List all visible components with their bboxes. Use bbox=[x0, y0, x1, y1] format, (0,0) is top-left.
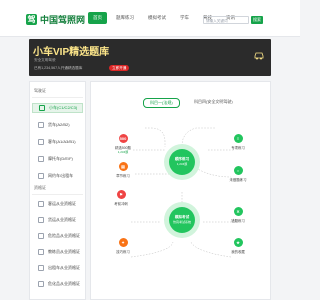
node-favorites[interactable]: ★ 我的收藏 bbox=[216, 238, 260, 254]
search-button[interactable]: 搜索 bbox=[251, 16, 263, 24]
sidebar-item-label: 危险品从业资格证 bbox=[48, 233, 80, 238]
node-selected-500[interactable]: 500 精选500题 1,234题 bbox=[101, 134, 145, 154]
document-icon bbox=[38, 281, 44, 287]
bulb-icon: ✦ bbox=[118, 238, 128, 247]
logo-icon: 驾 bbox=[26, 14, 37, 25]
sidebar-item-car[interactable]: 小车(C1/C2/C3) bbox=[32, 103, 83, 113]
sidebar-item-label: 客运从业资格证 bbox=[48, 201, 76, 206]
node-sprint[interactable]: ⚑ 考前冲刺 bbox=[99, 190, 143, 206]
document-icon bbox=[38, 233, 44, 239]
node-label: 我的收藏 bbox=[231, 250, 245, 254]
divider bbox=[32, 97, 83, 98]
node-wrong-practice[interactable]: ✕ 错题练习 bbox=[216, 207, 260, 223]
sidebar-item-motorcycle[interactable]: 摩托车(D/E/F) bbox=[32, 154, 83, 164]
sidebar-item-freight[interactable]: 货运从业资格证 bbox=[32, 215, 83, 225]
sidebar-item-label: 小车(C1/C2/C3) bbox=[49, 105, 78, 110]
sidebar-item-taxi-cert[interactable]: 出租车从业资格证 bbox=[32, 263, 83, 273]
hub-subtitle: 仿真考试系统 bbox=[172, 220, 191, 224]
node-label: 错题练习 bbox=[231, 219, 245, 223]
node-label: 技巧练习 bbox=[116, 250, 130, 254]
node-sub: 1,234题 bbox=[117, 150, 129, 154]
nav-item-practice[interactable]: 题库练习 bbox=[111, 12, 139, 24]
banner-info: 已有1,234,567人开通精选题库 bbox=[34, 66, 83, 70]
node-label: 专项练习 bbox=[231, 146, 245, 150]
sidebar-item-truck[interactable]: 货车(A2/B2) bbox=[32, 120, 83, 130]
cross-icon: ✕ bbox=[233, 207, 243, 216]
document-icon bbox=[38, 265, 44, 271]
sidebar-item-chemical[interactable]: 危化品从业资格证 bbox=[32, 279, 83, 289]
truck-icon bbox=[38, 122, 44, 128]
search-input[interactable]: 请输入关键词 bbox=[203, 16, 249, 24]
book-icon: ▤ bbox=[118, 162, 128, 171]
nav-item-learn[interactable]: 学车 bbox=[175, 12, 194, 24]
nav-item-home[interactable]: 首页 bbox=[88, 12, 107, 24]
hub-mock-exam[interactable]: 模拟考试 仿真考试系统 bbox=[169, 207, 195, 233]
sidebar-item-instructor[interactable]: 教练员从业资格证 bbox=[32, 247, 83, 257]
car-icon bbox=[254, 52, 264, 60]
sidebar-item-label: 网约车/出租车 bbox=[48, 173, 74, 178]
top-navbar: 驾 中国驾照网 首页 题库练习 模拟考试 学车 驾校 资讯 请输入关键词 搜索 bbox=[0, 0, 300, 37]
node-label: 考前冲刺 bbox=[114, 202, 128, 206]
sidebar-item-bus[interactable]: 客车(A1/A3/B1) bbox=[32, 137, 83, 147]
banner-title: 小车VIP精选题库 bbox=[33, 47, 110, 58]
document-icon bbox=[38, 217, 44, 223]
node-undone-practice[interactable]: ○ 未做题练习 bbox=[216, 166, 260, 182]
sidebar-item-hazmat[interactable]: 危险品从业资格证 bbox=[32, 231, 83, 241]
motorcycle-icon bbox=[38, 156, 44, 162]
node-special-practice[interactable]: ≡ 专项练习 bbox=[216, 134, 260, 150]
list-icon: ≡ bbox=[233, 134, 243, 143]
sidebar-item-label: 货车(A2/B2) bbox=[48, 122, 70, 127]
divider bbox=[32, 194, 83, 195]
sidebar: 驾驶证 小车(C1/C2/C3) 货车(A2/B2) 客车(A1/A3/B1) … bbox=[29, 81, 86, 300]
sidebar-item-label: 教练员从业资格证 bbox=[48, 249, 80, 254]
star-icon: ★ bbox=[233, 238, 243, 247]
sidebar-item-label: 危化品从业资格证 bbox=[48, 281, 80, 286]
nav-item-mock-exam[interactable]: 模拟考试 bbox=[143, 12, 171, 24]
car-icon bbox=[39, 105, 45, 111]
sidebar-section-qualification: 资格证 bbox=[34, 185, 46, 190]
sidebar-item-label: 出租车从业资格证 bbox=[48, 265, 80, 270]
badge-icon: 500 bbox=[118, 134, 128, 143]
hub-sequence-practice[interactable]: 顺序练习 1,234题 bbox=[169, 149, 195, 175]
logo-text: 中国驾照网 bbox=[40, 15, 86, 25]
document-icon bbox=[38, 249, 44, 255]
banner-cta-button[interactable]: 立即开通 bbox=[109, 65, 130, 71]
document-icon bbox=[38, 201, 44, 207]
taxi-icon bbox=[38, 173, 44, 179]
tab-subject-one[interactable]: 科目一(法规) bbox=[143, 98, 180, 108]
banner-subtitle: 安全文明驾驶 bbox=[34, 58, 56, 62]
sidebar-section-license: 驾驶证 bbox=[34, 88, 46, 93]
site-logo[interactable]: 驾 中国驾照网 bbox=[26, 13, 85, 26]
sidebar-item-passenger[interactable]: 客运从业资格证 bbox=[32, 199, 83, 209]
sidebar-item-label: 摩托车(D/E/F) bbox=[48, 156, 73, 161]
node-chapter-practice[interactable]: ▤ 章节练习 bbox=[101, 162, 145, 178]
node-label: 章节练习 bbox=[116, 174, 130, 178]
sidebar-item-label: 货运从业资格证 bbox=[48, 217, 76, 222]
tab-subject-four[interactable]: 科目四(安全文明驾驶) bbox=[188, 98, 239, 106]
vip-banner[interactable]: 小车VIP精选题库 安全文明驾驶 已有1,234,567人开通精选题库 立即开通 bbox=[29, 39, 271, 76]
node-tips-practice[interactable]: ✦ 技巧练习 bbox=[101, 238, 145, 254]
main-panel: 科目一(法规) 科目四(安全文明驾驶) 顺序练习 1,234题 模拟考试 仿真考… bbox=[90, 81, 271, 300]
sidebar-item-taxi[interactable]: 网约车/出租车 bbox=[32, 171, 83, 181]
clock-icon: ○ bbox=[233, 166, 243, 175]
hub-subtitle: 1,234题 bbox=[176, 162, 188, 166]
flag-icon: ⚑ bbox=[116, 190, 126, 199]
bus-icon bbox=[38, 139, 44, 145]
sidebar-item-label: 客车(A1/A3/B1) bbox=[48, 139, 76, 144]
node-label: 未做题练习 bbox=[229, 178, 247, 182]
